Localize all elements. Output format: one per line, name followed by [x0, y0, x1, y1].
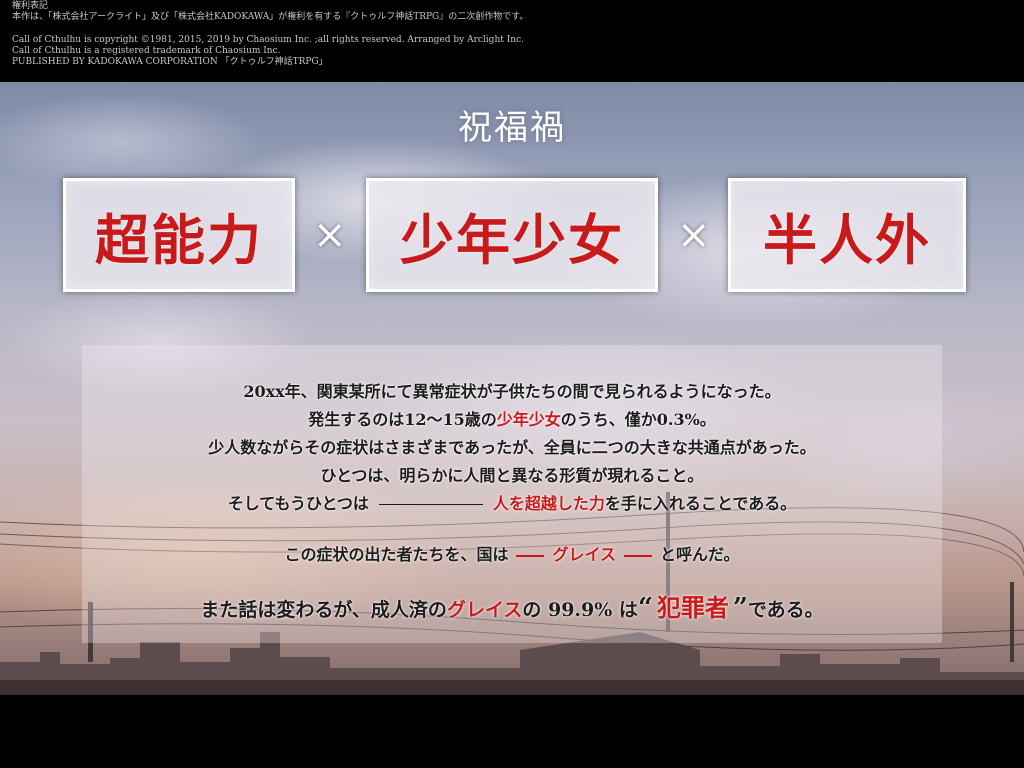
copyright-line: Call of Cthulhu is copyright ©1981, 2015…: [12, 35, 524, 45]
story-line: ひとつは、明らかに人間と異なる形質が現れること。: [320, 466, 704, 485]
story-line: 発生するのは12〜15歳の少年少女のうち、僅か0.3%。: [82, 406, 942, 430]
highlight-text: 人を超越した力: [492, 494, 605, 513]
story-line: そしてもうひとつは 人を超越した力を手に入れることである。: [82, 490, 942, 514]
keyword-box-half-human: 半人外: [728, 178, 966, 292]
copyright-notice: 権利表記 本作は、「株式会社アークライト」及び「株式会社KADOKAWA」が権利…: [12, 1, 1012, 68]
story-text: の 99.9% は: [522, 599, 638, 621]
keyword-box-youth: 少年少女: [366, 178, 658, 292]
story-text: のうち、僅か0.3%。: [560, 410, 716, 429]
copyright-line: 本作は、「株式会社アークライト」及び「株式会社KADOKAWA」が権利を有する『…: [12, 12, 529, 22]
keyword-label: 半人外: [763, 207, 931, 272]
slide: 権利表記 本作は、「株式会社アークライト」及び「株式会社KADOKAWA」が権利…: [0, 0, 1024, 768]
close-quote: ”: [732, 593, 748, 623]
story-line: 少人数ながらその症状はさまざまであったが、全員に二つの大きな共通点があった。: [208, 438, 816, 457]
story-text: と呼んだ。: [660, 545, 740, 564]
story-text: また話は変わるが、成人済の: [200, 599, 447, 621]
story-text: を手に入れることである。: [604, 494, 797, 513]
copyright-line: PUBLISHED BY KADOKAWA CORPORATION 「クトゥルフ…: [12, 57, 328, 67]
story-panel: 20xx年、関東某所にて異常症状が子供たちの間で見られるようになった。 発生する…: [82, 345, 942, 643]
story-text: この症状の出た者たちを、国は: [284, 545, 509, 564]
highlight-text: 少年少女: [496, 410, 561, 429]
dash-divider: [378, 504, 483, 505]
page-title: 祝福禍: [458, 108, 566, 148]
copyright-line: Call of Cthulhu is a registered trademar…: [12, 46, 281, 56]
story-text: そしてもうひとつは: [227, 494, 369, 513]
story-text: 発生するのは12〜15歳の: [308, 410, 497, 429]
story-text: である。: [747, 599, 824, 621]
highlight-text: グレイス: [552, 545, 616, 564]
dash-divider: [516, 554, 545, 557]
times-separator: ×: [677, 212, 711, 258]
story-line: この症状の出た者たちを、国は グレイス と呼んだ。: [82, 541, 942, 565]
keyword-box-superpower: 超能力: [63, 178, 295, 292]
keyword-label: 超能力: [95, 207, 263, 272]
times-separator: ×: [313, 212, 347, 258]
copyright-heading: 権利表記: [12, 1, 49, 11]
highlight-text: グレイス: [446, 599, 523, 621]
story-line: また話は変わるが、成人済のグレイスの 99.9% は“ 犯罪者 ”である。: [82, 588, 942, 623]
dash-divider: [624, 554, 652, 557]
highlight-text: 犯罪者: [656, 593, 729, 622]
open-quote: “: [637, 593, 653, 623]
keyword-label: 少年少女: [400, 207, 624, 272]
story-line: 20xx年、関東某所にて異常症状が子供たちの間で見られるようになった。: [243, 382, 781, 401]
